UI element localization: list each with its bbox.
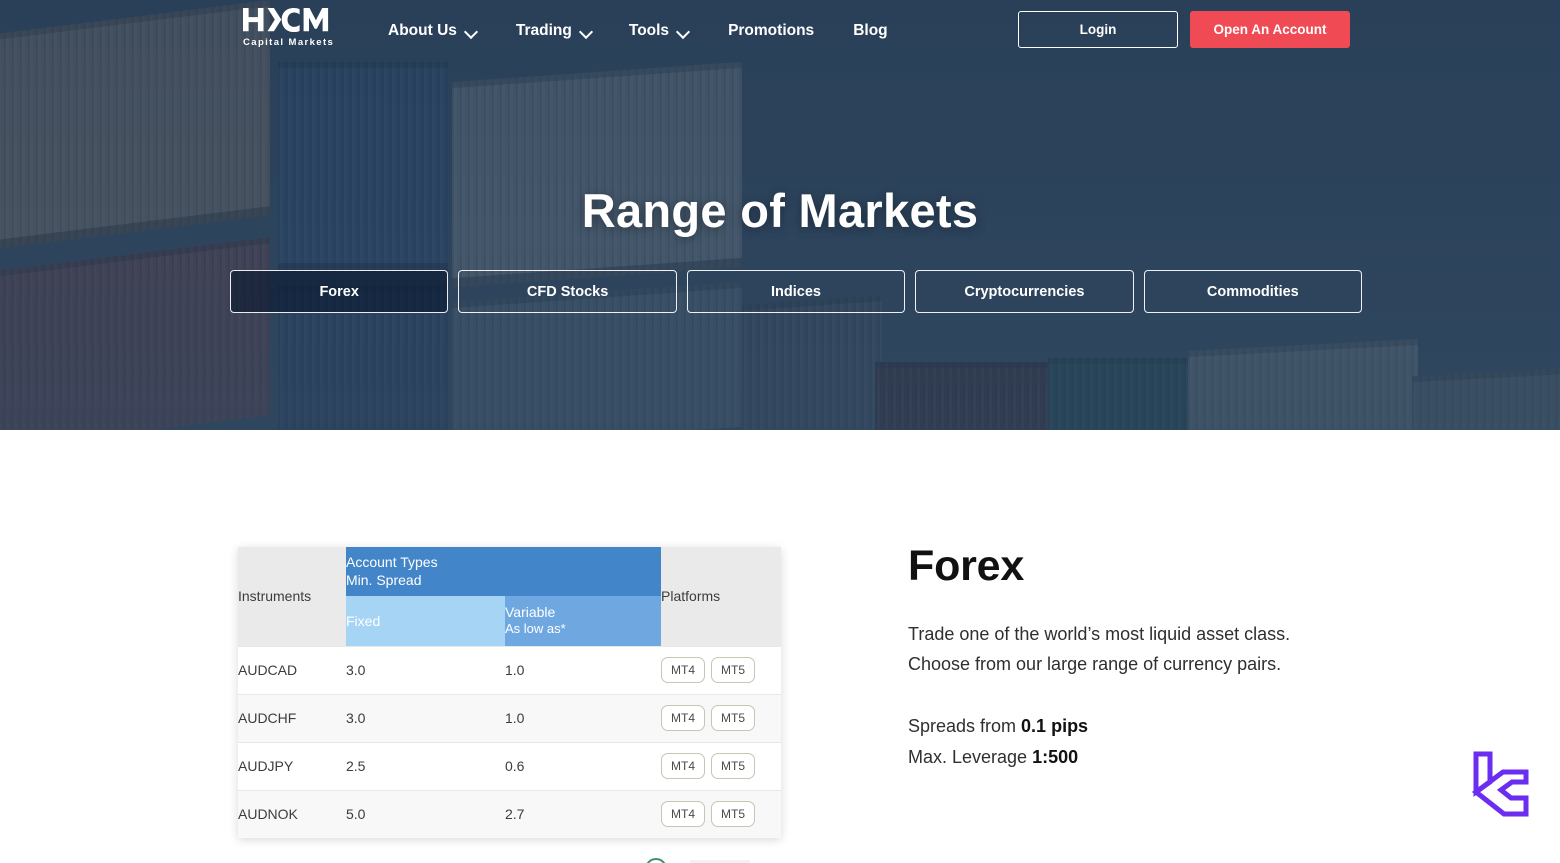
column-header-variable: Variable As low as* <box>505 596 662 646</box>
column-header-fixed: Fixed <box>346 596 505 646</box>
cell-fixed-spread: 3.0 <box>346 645 505 694</box>
open-account-button[interactable]: Open An Account <box>1190 11 1350 48</box>
cell-fixed-spread: 2.5 <box>346 741 505 790</box>
column-header-platforms: Platforms <box>661 547 782 646</box>
tab-commodities[interactable]: Commodities <box>1143 270 1363 313</box>
market-specs: Spreads from 0.1 pips Max. Leverage 1:50… <box>908 711 1328 771</box>
table-row: AUDCAD 3.0 1.0 MT4 MT5 <box>238 645 782 694</box>
column-header-account-types: Account Types Min. Spread <box>346 547 662 596</box>
column-header-instruments: Instruments <box>238 547 346 646</box>
cell-variable-spread: 1.0 <box>505 645 662 694</box>
hero-section: Capital Markets About Us Trading Tools P… <box>0 0 1560 430</box>
main-navigation: About Us Trading Tools Promotions Blog <box>388 0 888 61</box>
table-row: AUDCHF 3.0 1.0 MT4 MT5 <box>238 693 782 742</box>
table-body: AUDCAD 3.0 1.0 MT4 MT5 AUDCHF 3.0 1.0 MT… <box>238 645 782 838</box>
below-fold-partial-element <box>0 858 1560 863</box>
variable-line-1: Variable <box>505 603 556 620</box>
account-types-line-1: Account Types <box>346 553 438 570</box>
partner-brand-mark-icon <box>1462 750 1530 822</box>
leverage-spec: Max. Leverage 1:500 <box>908 742 1328 772</box>
leverage-value: 1:500 <box>1032 746 1079 767</box>
table-head: Instruments Account Types Min. Spread Pl… <box>238 547 782 646</box>
hycm-logo-icon <box>243 8 339 32</box>
chevron-down-icon <box>581 27 592 34</box>
cell-variable-spread: 0.6 <box>505 741 662 790</box>
cell-platforms: MT4 MT5 <box>661 645 782 694</box>
platform-chip-mt5[interactable]: MT5 <box>711 705 756 731</box>
spreads-value: 0.1 pips <box>1021 716 1089 737</box>
nav-label: Tools <box>628 21 670 39</box>
brand-tagline: Capital Markets <box>243 37 335 48</box>
platform-chip-mt5[interactable]: MT5 <box>711 753 756 779</box>
nav-label: Blog <box>853 21 888 39</box>
cell-fixed-spread: 3.0 <box>346 693 505 742</box>
market-info-panel: Forex Trade one of the world’s most liqu… <box>908 545 1328 772</box>
cell-fixed-spread: 5.0 <box>346 789 505 838</box>
platform-chip-mt4[interactable]: MT4 <box>661 801 706 828</box>
platform-chip-mt5[interactable]: MT5 <box>711 801 756 828</box>
cell-instrument: AUDJPY <box>238 741 346 790</box>
leverage-label: Max. Leverage <box>908 746 1033 767</box>
account-types-line-2: Min. Spread <box>346 571 422 588</box>
platform-chip-mt4[interactable]: MT4 <box>661 657 706 683</box>
cell-variable-spread: 2.7 <box>505 789 662 838</box>
tab-cryptocurrencies[interactable]: Cryptocurrencies <box>915 270 1134 313</box>
tab-indices[interactable]: Indices <box>686 270 906 313</box>
platform-chip-mt4[interactable]: MT4 <box>661 753 706 779</box>
table-row: AUDJPY 2.5 0.6 MT4 MT5 <box>238 741 782 790</box>
nav-item-trading[interactable]: Trading <box>516 22 592 40</box>
cell-platforms: MT4 MT5 <box>661 693 782 742</box>
cell-instrument: AUDCAD <box>238 645 346 694</box>
platform-chip-mt4[interactable]: MT4 <box>661 705 706 731</box>
spreads-spec: Spreads from 0.1 pips <box>908 711 1328 741</box>
nav-item-promotions[interactable]: Promotions <box>728 22 814 40</box>
chevron-down-icon <box>678 27 689 34</box>
variable-line-2: As low as* <box>505 621 566 637</box>
main-content: Instruments Account Types Min. Spread Pl… <box>0 430 1560 863</box>
cell-platforms: MT4 MT5 <box>661 741 782 790</box>
nav-label: Trading <box>515 21 572 39</box>
cell-variable-spread: 1.0 <box>505 693 662 742</box>
market-category-tabs: Forex CFD Stocks Indices Cryptocurrencie… <box>230 270 1363 313</box>
brand-logo[interactable]: Capital Markets <box>243 8 339 50</box>
login-button[interactable]: Login <box>1018 11 1178 48</box>
market-description: Trade one of the world’s most liquid ass… <box>908 624 1291 675</box>
market-title: Forex <box>908 542 1025 590</box>
cell-platforms: MT4 MT5 <box>661 789 782 838</box>
table-row: AUDNOK 5.0 2.7 MT4 MT5 <box>238 789 782 838</box>
site-header: Capital Markets About Us Trading Tools P… <box>0 0 1560 61</box>
nav-label: About Us <box>388 21 457 39</box>
cell-instrument: AUDCHF <box>238 693 346 742</box>
circle-icon <box>645 858 667 863</box>
nav-label: Promotions <box>728 21 815 39</box>
cell-instrument: AUDNOK <box>238 789 346 838</box>
tab-cfd-stocks[interactable]: CFD Stocks <box>458 270 677 313</box>
nav-item-blog[interactable]: Blog <box>853 22 887 40</box>
table-header-row-1: Instruments Account Types Min. Spread Pl… <box>238 547 782 646</box>
platform-chip-mt5[interactable]: MT5 <box>711 657 756 683</box>
nav-item-tools[interactable]: Tools <box>629 22 689 40</box>
nav-item-about-us[interactable]: About Us <box>388 22 477 40</box>
chevron-down-icon <box>466 27 477 34</box>
tab-forex[interactable]: Forex <box>230 270 449 313</box>
spreads-table: Instruments Account Types Min. Spread Pl… <box>238 547 782 838</box>
page-title: Range of Markets <box>581 184 979 237</box>
header-auth-actions: Login Open An Account <box>1018 11 1350 48</box>
spreads-label: Spreads from <box>908 716 1022 737</box>
